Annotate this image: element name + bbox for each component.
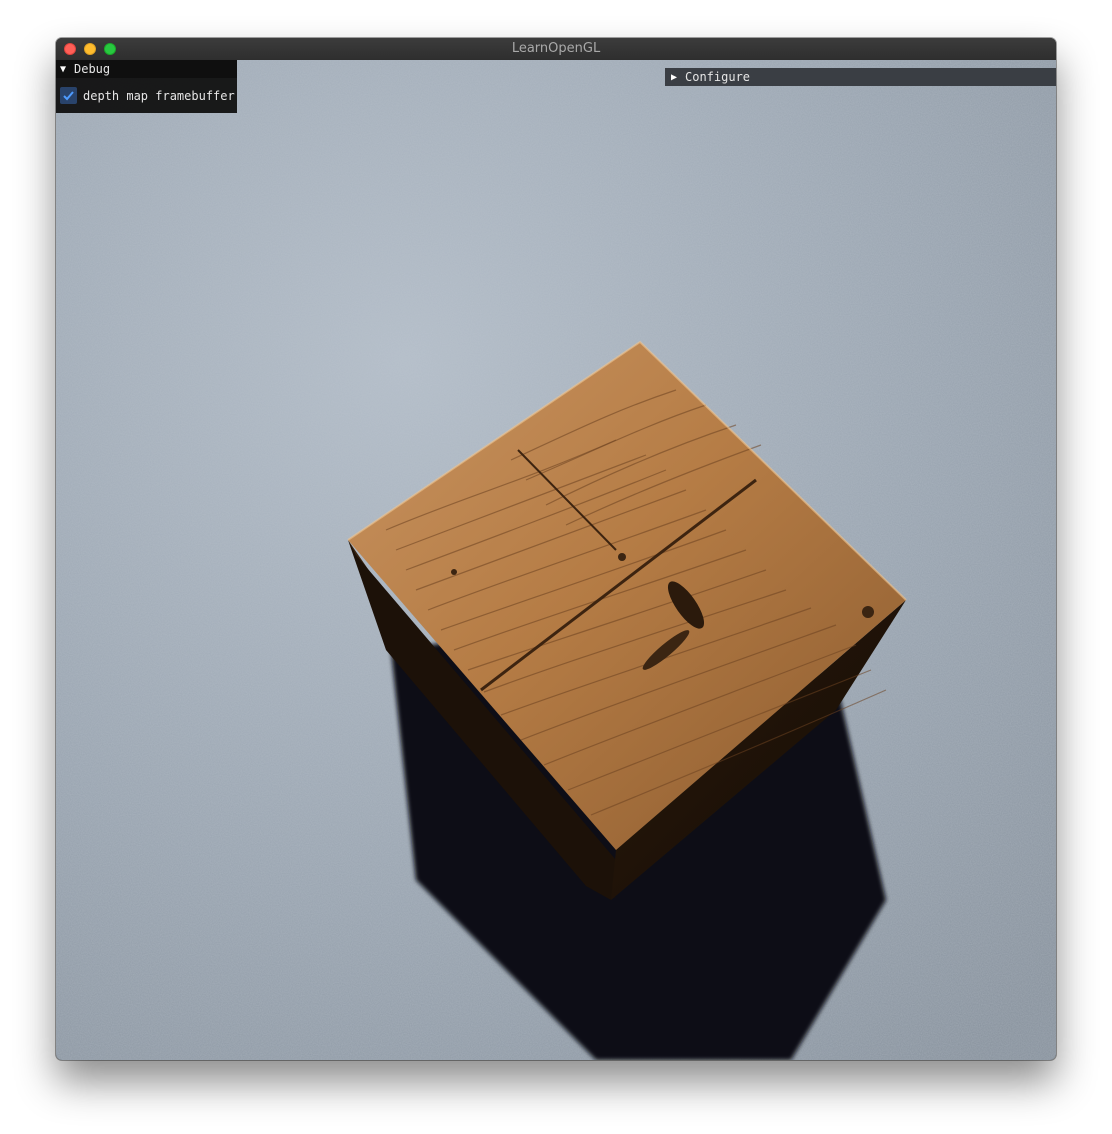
render-viewport[interactable]: ▼ Debug depth map framebuffer ▶ Configur… <box>56 60 1056 1060</box>
depth-map-option[interactable]: depth map framebuffer <box>60 87 235 104</box>
wood-knot <box>618 553 626 561</box>
scene-canvas <box>56 60 1056 1060</box>
collapse-arrow-icon[interactable]: ▼ <box>60 64 70 75</box>
wood-knot <box>451 569 457 575</box>
checkmark-icon <box>63 91 74 101</box>
configure-panel[interactable]: ▶ Configure <box>665 68 1056 86</box>
wood-knot <box>862 606 874 618</box>
depth-map-checkbox[interactable] <box>60 87 77 104</box>
debug-panel-header[interactable]: ▼ Debug <box>56 60 237 78</box>
debug-panel-title: Debug <box>74 62 111 76</box>
app-window: LearnOpenGL ▼ Debug depth map framebuffe… <box>56 38 1056 1060</box>
debug-panel: ▼ Debug depth map framebuffer <box>56 60 237 113</box>
title-bar[interactable]: LearnOpenGL <box>56 38 1056 61</box>
expand-arrow-icon[interactable]: ▶ <box>671 72 681 83</box>
depth-map-checkbox-label: depth map framebuffer <box>83 88 235 103</box>
window-title: LearnOpenGL <box>511 41 601 56</box>
configure-panel-title: Configure <box>685 70 751 84</box>
